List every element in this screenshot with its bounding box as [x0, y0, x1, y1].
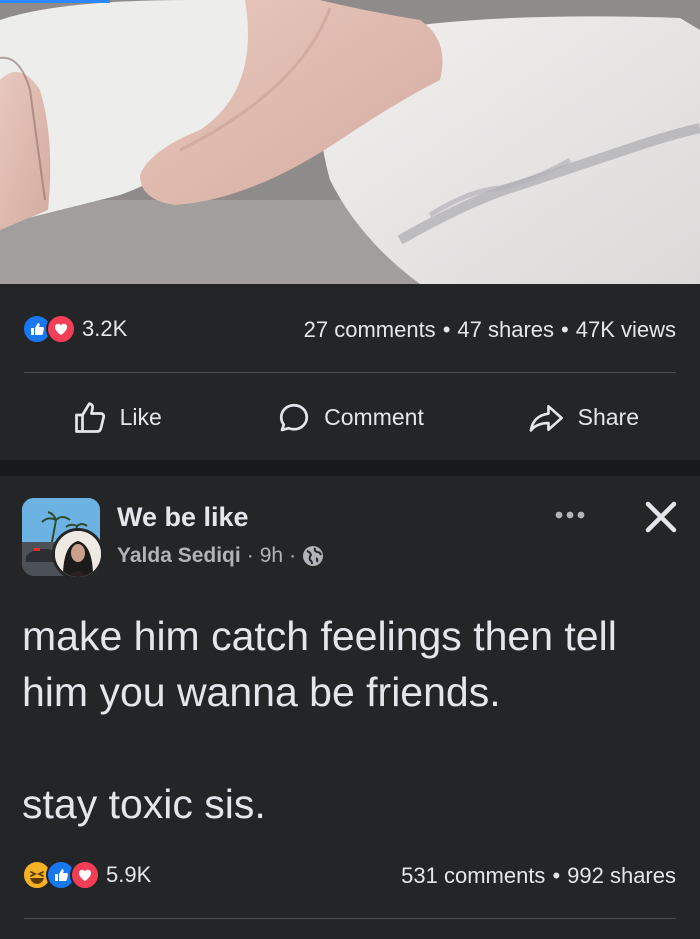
post1-engagement-counts: 27 comments • 47 shares • 47K views — [304, 317, 676, 343]
post-text-paragraph: make him catch feelings then tell him yo… — [22, 613, 617, 715]
comment-button[interactable]: Comment — [233, 400, 466, 436]
post2-comments-count[interactable]: 531 comments — [401, 863, 545, 888]
divider — [24, 918, 676, 919]
post2: We be like Yalda Sediqi · 9h · make him … — [0, 476, 700, 939]
post1-shares-count[interactable]: 47 shares — [457, 317, 554, 342]
feed-separator — [0, 460, 700, 476]
like-button-label: Like — [119, 404, 162, 430]
group-name[interactable]: We be like — [117, 502, 249, 533]
share-button-label: Share — [577, 404, 639, 430]
post2-avatars[interactable] — [22, 498, 104, 580]
user-avatar[interactable] — [52, 528, 104, 580]
video-still[interactable] — [0, 0, 700, 284]
like-button[interactable]: Like — [0, 400, 233, 436]
post2-engagement-counts: 531 comments • 992 shares — [401, 863, 676, 889]
meta-separator: · — [246, 544, 254, 567]
more-dots-icon — [555, 511, 585, 519]
hide-post-button[interactable] — [642, 498, 680, 536]
love-icon — [46, 314, 76, 344]
meta-separator: · — [289, 544, 297, 567]
divider — [24, 372, 676, 373]
post1-views-count: 47K views — [575, 317, 676, 342]
author-name[interactable]: Yalda Sediqi — [117, 544, 241, 568]
thumbs-up-icon — [74, 401, 105, 433]
globe-icon — [303, 546, 324, 566]
post-text-paragraph: stay toxic sis. — [22, 781, 266, 827]
separator-dot: • — [561, 317, 569, 342]
post1-comments-count[interactable]: 27 comments — [304, 317, 436, 342]
share-arrow-icon — [529, 404, 563, 432]
post1-reaction-summary[interactable]: 3.2K — [22, 314, 127, 344]
comment-button-label: Comment — [324, 404, 424, 430]
share-button[interactable]: Share — [467, 400, 700, 436]
post2-shares-count[interactable]: 992 shares — [567, 863, 676, 888]
comment-bubble-icon — [280, 403, 309, 431]
more-options-button[interactable] — [552, 500, 588, 530]
separator-dot: • — [442, 317, 451, 342]
post2-reaction-summary[interactable]: 5.9K — [22, 860, 151, 890]
facebook-feed: 3.2K 27 comments • 47 shares • 47K views Lik… — [0, 0, 700, 939]
post1-stats-bar: 3.2K 27 comments • 47 shares • 47K views — [0, 284, 700, 374]
separator-dot: • — [552, 863, 561, 888]
video-progress-bar — [0, 0, 110, 3]
post1-reaction-count: 3.2K — [82, 316, 128, 341]
post1-action-bar: Like Comment Share — [0, 375, 700, 460]
love-icon — [70, 860, 100, 890]
post-time[interactable]: 9h — [260, 544, 283, 568]
close-icon — [645, 501, 677, 533]
post-body: make him catch feelings then tell him yo… — [22, 608, 672, 832]
post2-meta: Yalda Sediqi · 9h · — [117, 544, 324, 568]
video-still-image — [0, 0, 700, 284]
post2-reaction-count: 5.9K — [106, 862, 152, 887]
